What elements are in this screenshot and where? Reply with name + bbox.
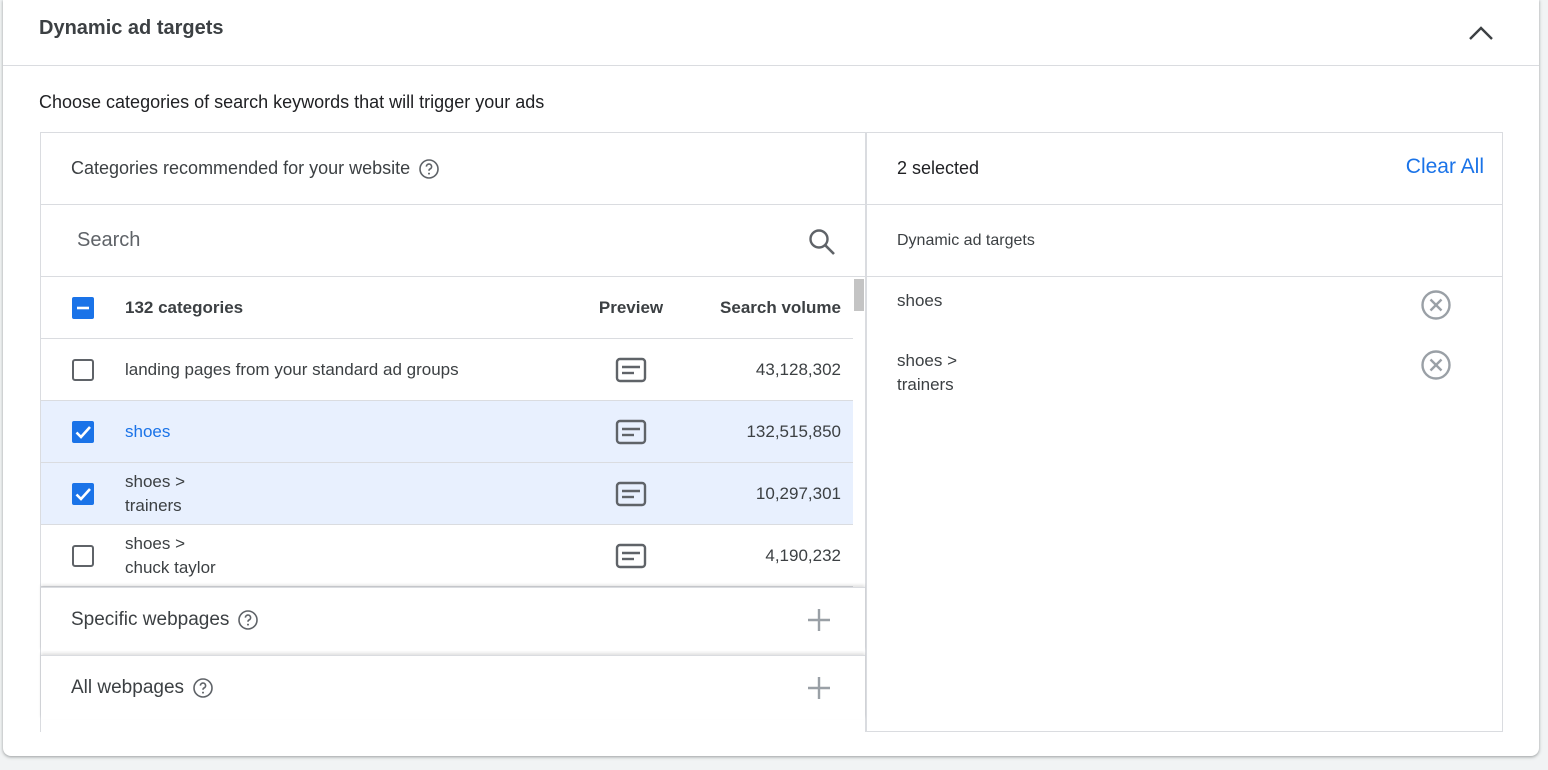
- row-checkbox[interactable]: [71, 544, 95, 568]
- search-volume: 132,515,850: [746, 422, 841, 441]
- collapse-button[interactable]: [1463, 15, 1499, 51]
- preview-button[interactable]: [581, 401, 681, 463]
- selected-item: shoes: [867, 289, 1502, 320]
- search-input[interactable]: [77, 229, 777, 252]
- row-checkbox[interactable]: [71, 420, 95, 444]
- all-webpages-label: All webpages: [71, 676, 185, 698]
- category-count-header: 132 categories: [125, 298, 244, 317]
- categories-table: 132 categories Preview Search volume lan…: [41, 277, 865, 587]
- selected-panel: 2 selected Clear All Dynamic ad targets …: [866, 132, 1503, 732]
- chevron-up-icon: [1469, 26, 1493, 40]
- search-volume: 4,190,232: [765, 546, 841, 565]
- selected-count: 2 selected: [897, 158, 980, 178]
- categories-heading: Categories recommended for your website: [41, 133, 865, 205]
- plus-icon[interactable]: [807, 608, 831, 632]
- help-icon[interactable]: [237, 609, 259, 631]
- intro-text: Choose categories of search keywords tha…: [39, 92, 545, 112]
- category-name: shoes > chuck taylor: [125, 534, 216, 577]
- help-icon[interactable]: [418, 158, 440, 180]
- selected-item-label: shoes: [897, 291, 943, 310]
- clear-all-button[interactable]: Clear All: [1406, 155, 1484, 179]
- categories-heading-label: Categories recommended for your website: [71, 158, 411, 178]
- search-volume: 43,128,302: [755, 360, 841, 379]
- remove-circle-icon[interactable]: [1420, 289, 1452, 321]
- preview-icon: [615, 419, 647, 445]
- search-row: [41, 205, 865, 277]
- categories-panel: Categories recommended for your website: [40, 132, 866, 732]
- specific-webpages-label: Specific webpages: [71, 608, 230, 630]
- search-volume-column-header[interactable]: Search volume: [720, 277, 841, 339]
- all-webpages-section[interactable]: All webpages: [41, 655, 865, 719]
- card-header[interactable]: Dynamic ad targets: [3, 0, 1539, 66]
- row-checkbox[interactable]: [71, 482, 95, 506]
- preview-icon: [615, 357, 647, 383]
- search-volume: 10,297,301: [755, 484, 841, 503]
- category-name[interactable]: shoes: [125, 401, 565, 463]
- specific-webpages-section[interactable]: Specific webpages: [41, 587, 865, 651]
- category-name: landing pages from your standard ad grou…: [125, 360, 459, 379]
- help-icon[interactable]: [192, 677, 214, 699]
- card-title: Dynamic ad targets: [39, 17, 224, 39]
- table-row[interactable]: shoes > trainers 10,297,301: [41, 463, 853, 525]
- preview-column-header: Preview: [598, 298, 664, 317]
- selected-header: 2 selected Clear All: [867, 133, 1502, 205]
- row-checkbox[interactable]: [71, 358, 95, 382]
- preview-button[interactable]: [581, 463, 681, 525]
- scrollbar-thumb[interactable]: [854, 279, 864, 311]
- table-header: 132 categories Preview Search volume: [41, 277, 853, 339]
- plus-icon[interactable]: [807, 676, 831, 700]
- table-row[interactable]: shoes 132,515,850: [41, 401, 853, 463]
- selected-item: shoes > trainers: [867, 349, 1502, 397]
- table-row[interactable]: shoes > chuck taylor 4,190,232: [41, 525, 853, 587]
- dynamic-ad-targets-card: Dynamic ad targets Choose categories of …: [3, 0, 1539, 756]
- select-all-checkbox[interactable]: [71, 296, 95, 320]
- remove-circle-icon[interactable]: [1420, 349, 1452, 381]
- category-name: shoes > trainers: [125, 472, 186, 515]
- preview-icon: [615, 543, 647, 569]
- table-scrollbar[interactable]: [853, 277, 865, 587]
- selected-item-label: shoes >: [897, 351, 958, 370]
- search-icon[interactable]: [807, 227, 837, 262]
- preview-icon: [615, 481, 647, 507]
- table-row[interactable]: landing pages from your standard ad grou…: [41, 339, 853, 401]
- preview-button[interactable]: [581, 339, 681, 401]
- preview-button[interactable]: [581, 525, 681, 587]
- selected-subheading: Dynamic ad targets: [867, 205, 1502, 277]
